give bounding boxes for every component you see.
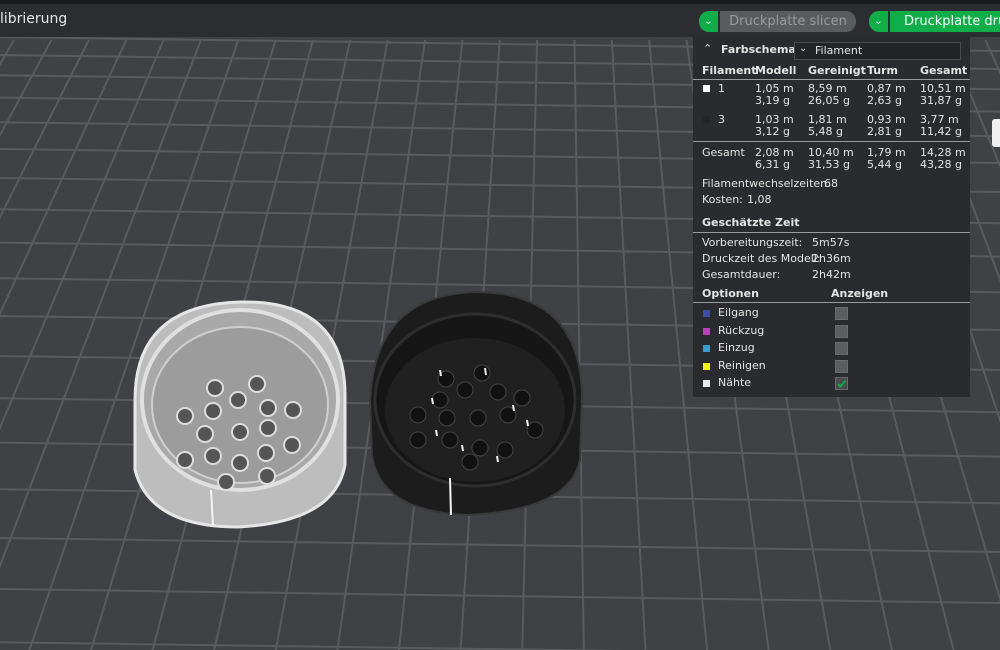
checkmark-icon [837, 379, 847, 388]
print-plate-button[interactable]: Druckplatte drucken [890, 11, 1000, 32]
slice-button-group: ⌄ Druckplatte slicen [699, 11, 856, 35]
collapse-chevron-icon[interactable]: ⌃ [703, 42, 712, 55]
cell-gesamt-weight: 31,87 g [920, 94, 962, 107]
travel-color-swatch [703, 310, 710, 317]
model-black-cylinder[interactable] [368, 290, 584, 517]
total-time-label: Gesamtdauer: [702, 268, 781, 281]
model-white-cylinder[interactable] [133, 300, 347, 529]
cost-value: 1,08 [747, 193, 772, 206]
divider [693, 302, 970, 303]
total-label: Gesamt [702, 146, 745, 159]
side-panel-toggle[interactable] [992, 119, 1000, 147]
filament-changes-value: 68 [824, 177, 838, 190]
gcode-legend-panel: ⌃ Farbschema ⌄ Filament Filament Modell … [693, 37, 970, 397]
divider [693, 79, 970, 80]
prep-time-label: Vorbereitungszeit: [702, 236, 803, 249]
cell-modell-weight: 3,12 g [755, 125, 790, 138]
model-print-time-value: 2h36m [812, 252, 851, 265]
filament-color-swatch [703, 116, 710, 123]
option-label: Eilgang [718, 306, 759, 319]
filament-color-swatch [703, 85, 710, 92]
option-checkbox[interactable] [835, 307, 848, 320]
print-dropdown-chevron-icon[interactable]: ⌄ [869, 11, 888, 32]
filament-changes-label: Filamentwechselzeiten: [702, 177, 831, 190]
chevron-down-icon: ⌄ [799, 43, 808, 54]
cell-turm-weight: 2,81 g [867, 125, 902, 138]
cell-turm-weight: 2,63 g [867, 94, 902, 107]
color-scheme-value: Filament [815, 44, 863, 57]
col-header-gesamt: Gesamt [920, 64, 968, 77]
wipe-color-swatch [703, 363, 710, 370]
filament-id: 1 [718, 82, 725, 95]
col-header-turm: Turm [867, 64, 899, 77]
cell-gesamt-weight: 43,28 g [920, 158, 962, 171]
seams-color-swatch [703, 380, 710, 387]
option-label: Reinigen [718, 359, 766, 372]
option-label: Rückzug [718, 324, 765, 337]
color-scheme-label: Farbschema [721, 43, 796, 56]
option-checkbox-checked[interactable] [835, 377, 848, 390]
top-toolbar: librierung ⌄ Druckplatte slicen ⌄ Druckp… [0, 0, 1000, 37]
model-print-time-label: Druckzeit des Modell: [702, 252, 821, 265]
option-checkbox[interactable] [835, 342, 848, 355]
option-label: Nähte [718, 376, 752, 389]
col-header-filament: Filament [702, 64, 757, 77]
cell-gereinigt-weight: 31,53 g [808, 158, 850, 171]
print-button-group: ⌄ Druckplatte drucken [869, 11, 1000, 32]
cell-modell-weight: 6,31 g [755, 158, 790, 171]
divider [693, 232, 970, 233]
col-header-gereinigt: Gereinigt [808, 64, 866, 77]
show-header: Anzeigen [831, 287, 889, 300]
cell-modell-weight: 3,19 g [755, 94, 790, 107]
option-checkbox[interactable] [835, 325, 848, 338]
option-checkbox[interactable] [835, 360, 848, 373]
cost-label: Kosten: [702, 193, 743, 206]
retract-color-swatch [703, 328, 710, 335]
slice-dropdown-chevron-icon[interactable]: ⌄ [699, 11, 718, 32]
divider [693, 141, 970, 142]
color-scheme-select[interactable]: ⌄ Filament [794, 42, 961, 60]
cell-gereinigt-weight: 26,05 g [808, 94, 850, 107]
options-header: Optionen [702, 287, 759, 300]
option-label: Einzug [718, 341, 755, 354]
cell-turm-weight: 5,44 g [867, 158, 902, 171]
total-time-value: 2h42m [812, 268, 851, 281]
slice-plate-button[interactable]: Druckplatte slicen [720, 11, 856, 32]
col-header-modell: Modell [755, 64, 797, 77]
filament-id: 3 [718, 113, 725, 126]
deretract-color-swatch [703, 345, 710, 352]
cell-gereinigt-weight: 5,48 g [808, 125, 843, 138]
prep-time-value: 5m57s [812, 236, 850, 249]
estimated-time-header: Geschätzte Zeit [702, 216, 800, 229]
tab-title[interactable]: librierung [0, 11, 67, 27]
cell-gesamt-weight: 11,42 g [920, 125, 962, 138]
